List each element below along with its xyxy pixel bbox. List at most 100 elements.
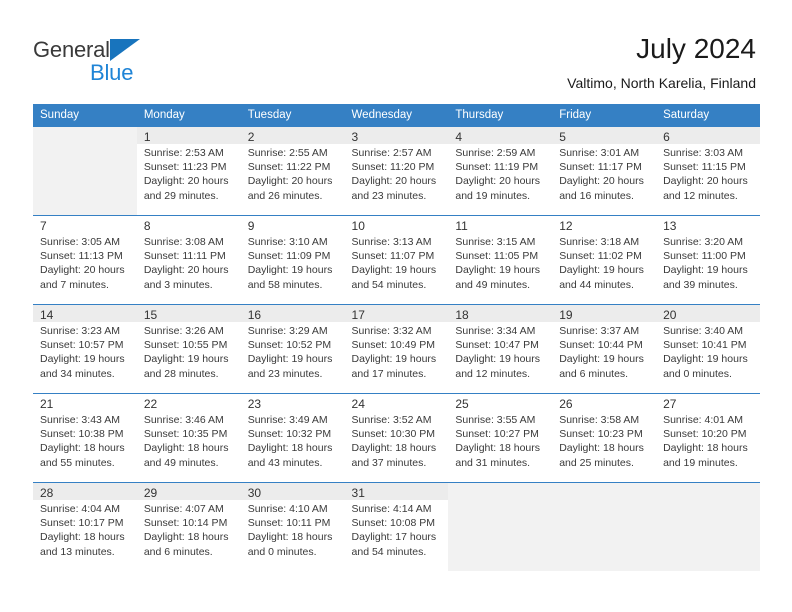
calendar-page: General Blue July 2024 Valtimo, North Ka… <box>0 0 792 612</box>
day-detail-line: and 39 minutes. <box>663 278 738 291</box>
calendar-cell-inner: 25 Sunrise: 3:55 AM Sunset: 10:27 PM Daylig… <box>448 393 553 483</box>
day-detail-line: Daylight: 18 hours <box>559 442 644 455</box>
day-details: Sunrise: 3:13 AM Sunset: 11:07 PM Daylight… <box>344 233 449 305</box>
calendar-week-row: 1 Sunrise: 2:53 AM Sunset: 11:23 PM Dayligh… <box>33 126 760 216</box>
calendar-cell-day-12[interactable]: 12 Sunrise: 3:18 AM Sunset: 11:02 PM Daylig… <box>552 215 657 305</box>
day-detail-line: Daylight: 20 hours <box>247 175 333 188</box>
calendar-week-row: 14 Sunrise: 3:23 AM Sunset: 10:57 PM Daylig… <box>33 304 760 394</box>
day-number <box>33 127 137 144</box>
day-details: Sunrise: 3:58 AM Sunset: 10:23 PM Daylight… <box>552 411 657 483</box>
day-number: 7 <box>40 219 47 233</box>
day-detail-line: Daylight: 20 hours <box>663 175 748 188</box>
calendar-cell-day-6[interactable]: 6 Sunrise: 3:03 AM Sunset: 11:15 PM Dayligh… <box>656 126 760 216</box>
calendar-cell-day-7[interactable]: 7 Sunrise: 3:05 AM Sunset: 11:13 PM Dayligh… <box>33 215 137 305</box>
day-number: 11 <box>455 219 468 233</box>
day-number: 1 <box>136 127 241 144</box>
day-detail-line: Sunset: 11:11 PM <box>143 250 226 263</box>
day-details: Sunrise: 3:46 AM Sunset: 10:35 PM Daylight… <box>136 411 241 483</box>
calendar-cell-day-31[interactable]: 31 Sunrise: 4:14 AM Sunset: 10:08 PM Daylig… <box>344 482 449 572</box>
day-detail-line: Sunset: 11:07 PM <box>351 250 435 263</box>
calendar-cell-day-20[interactable]: 20 Sunrise: 3:40 AM Sunset: 10:41 PM Daylig… <box>656 304 760 394</box>
day-details: Sunrise: 3:15 AM Sunset: 11:05 PM Daylight… <box>448 233 553 305</box>
calendar-cell-day-11[interactable]: 11 Sunrise: 3:15 AM Sunset: 11:05 PM Daylig… <box>448 215 553 305</box>
calendar-cell-inner: 11 Sunrise: 3:15 AM Sunset: 11:05 PM Daylig… <box>448 215 553 305</box>
day-detail-line: Sunset: 10:11 PM <box>247 517 331 530</box>
day-detail-line: Daylight: 18 hours <box>663 442 748 455</box>
day-detail-line: Sunrise: 2:55 AM <box>247 147 328 159</box>
calendar-cell-day-10[interactable]: 10 Sunrise: 3:13 AM Sunset: 11:07 PM Daylig… <box>344 215 449 305</box>
day-number: 12 <box>559 219 573 233</box>
calendar-cell-inner: 5 Sunrise: 3:01 AM Sunset: 11:17 PM Dayligh… <box>552 126 657 216</box>
day-detail-line: Sunset: 11:05 PM <box>455 250 539 263</box>
day-detail-line: Sunset: 10:30 PM <box>351 428 435 441</box>
calendar-cell-day-18[interactable]: 18 Sunrise: 3:34 AM Sunset: 10:47 PM Daylig… <box>448 304 553 394</box>
day-detail-line: Sunset: 11:19 PM <box>455 161 539 174</box>
calendar-cell-day-17[interactable]: 17 Sunrise: 3:32 AM Sunset: 10:49 PM Daylig… <box>344 304 449 394</box>
day-details <box>448 500 552 572</box>
day-detail-line: and 25 minutes. <box>559 456 634 469</box>
calendar-cell-day-29[interactable]: 29 Sunrise: 4:07 AM Sunset: 10:14 PM Daylig… <box>136 482 241 572</box>
day-detail-line: Sunrise: 3:15 AM <box>455 236 536 248</box>
calendar-cell-day-15[interactable]: 15 Sunrise: 3:26 AM Sunset: 10:55 PM Daylig… <box>136 304 241 394</box>
calendar-cell-day-3[interactable]: 3 Sunrise: 2:57 AM Sunset: 11:20 PM Dayligh… <box>344 126 449 216</box>
calendar-cell-inner: 6 Sunrise: 3:03 AM Sunset: 11:15 PM Dayligh… <box>656 126 760 216</box>
calendar-cell-day-13[interactable]: 13 Sunrise: 3:20 AM Sunset: 11:00 PM Daylig… <box>656 215 760 305</box>
day-detail-line: Sunrise: 3:43 AM <box>40 414 120 426</box>
calendar-cell-day-14[interactable]: 14 Sunrise: 3:23 AM Sunset: 10:57 PM Daylig… <box>33 304 137 394</box>
calendar-cell-day-28[interactable]: 28 Sunrise: 4:04 AM Sunset: 10:17 PM Daylig… <box>33 482 137 572</box>
day-number: 24 <box>351 397 365 411</box>
day-detail-line: Sunset: 10:08 PM <box>351 517 435 530</box>
day-detail-line: Sunset: 10:55 PM <box>143 339 228 352</box>
calendar-cell-day-19[interactable]: 19 Sunrise: 3:37 AM Sunset: 10:44 PM Daylig… <box>552 304 657 394</box>
day-detail-line: and 7 minutes. <box>40 278 109 291</box>
day-detail-line: Sunset: 11:23 PM <box>143 161 227 174</box>
day-number: 31 <box>344 483 449 500</box>
calendar-cell-day-9[interactable]: 9 Sunrise: 3:10 AM Sunset: 11:09 PM Dayligh… <box>240 215 345 305</box>
calendar-cell-inner: 16 Sunrise: 3:29 AM Sunset: 10:52 PM Daylig… <box>240 304 345 394</box>
day-detail-line: Sunset: 11:00 PM <box>663 250 746 263</box>
calendar-cell-day-1[interactable]: 1 Sunrise: 2:53 AM Sunset: 11:23 PM Dayligh… <box>136 126 241 216</box>
calendar-cell-day-21[interactable]: 21 Sunrise: 3:43 AM Sunset: 10:38 PM Daylig… <box>33 393 137 483</box>
calendar-cell-day-5[interactable]: 5 Sunrise: 3:01 AM Sunset: 11:17 PM Dayligh… <box>552 126 657 216</box>
calendar-cell-day-26[interactable]: 26 Sunrise: 3:58 AM Sunset: 10:23 PM Daylig… <box>552 393 657 483</box>
day-detail-line: Sunset: 11:17 PM <box>559 161 642 174</box>
calendar-cell-inner: 17 Sunrise: 3:32 AM Sunset: 10:49 PM Daylig… <box>344 304 449 394</box>
day-number: 8 <box>143 219 151 233</box>
day-details: Sunrise: 3:10 AM Sunset: 11:09 PM Daylight… <box>240 233 345 305</box>
day-detail-line: Sunrise: 3:49 AM <box>247 414 328 426</box>
day-detail-line: Sunrise: 3:55 AM <box>455 414 536 426</box>
day-detail-line: Sunset: 10:41 PM <box>663 339 747 352</box>
day-details: Sunrise: 2:53 AM Sunset: 11:23 PM Daylight… <box>136 144 241 216</box>
day-number: 16 <box>240 305 345 322</box>
calendar-cell-empty <box>448 482 553 572</box>
day-detail-line: Sunrise: 3:32 AM <box>351 325 432 337</box>
calendar-cell-day-25[interactable]: 25 Sunrise: 3:55 AM Sunset: 10:27 PM Daylig… <box>448 393 553 483</box>
calendar-cell-day-16[interactable]: 16 Sunrise: 3:29 AM Sunset: 10:52 PM Daylig… <box>240 304 345 394</box>
weekday-header-friday: Friday <box>552 104 657 126</box>
day-detail-line: and 3 minutes. <box>143 278 213 291</box>
day-detail-line: Sunset: 11:09 PM <box>247 250 331 263</box>
calendar-cell-day-4[interactable]: 4 Sunrise: 2:59 AM Sunset: 11:19 PM Dayligh… <box>448 126 553 216</box>
calendar-cell-empty <box>656 482 760 571</box>
brand-logo[interactable]: General Blue <box>33 37 233 85</box>
calendar-cell-day-24[interactable]: 24 Sunrise: 3:52 AM Sunset: 10:30 PM Daylig… <box>344 393 449 483</box>
calendar-cell-day-23[interactable]: 23 Sunrise: 3:49 AM Sunset: 10:32 PM Daylig… <box>240 393 345 483</box>
calendar-cell-day-2[interactable]: 2 Sunrise: 2:55 AM Sunset: 11:22 PM Dayligh… <box>240 126 345 216</box>
day-detail-line: Sunrise: 4:10 AM <box>247 503 328 515</box>
calendar-cell-day-27[interactable]: 27 Sunrise: 4:01 AM Sunset: 10:20 PM Daylig… <box>656 393 760 483</box>
day-number <box>448 483 552 500</box>
calendar-cell-day-30[interactable]: 30 Sunrise: 4:10 AM Sunset: 10:11 PM Daylig… <box>240 482 345 572</box>
brand-name-blue: Blue <box>90 60 134 85</box>
day-number: 18 <box>448 305 553 322</box>
calendar-cell-day-8[interactable]: 8 Sunrise: 3:08 AM Sunset: 11:11 PM Dayligh… <box>136 215 241 305</box>
day-detail-line: Daylight: 18 hours <box>247 442 333 455</box>
day-details: Sunrise: 3:34 AM Sunset: 10:47 PM Daylight… <box>448 322 553 394</box>
day-number <box>656 483 760 500</box>
day-detail-line: and 19 minutes. <box>663 456 738 469</box>
calendar-cell-inner: 15 Sunrise: 3:26 AM Sunset: 10:55 PM Daylig… <box>136 304 241 394</box>
day-details: Sunrise: 3:26 AM Sunset: 10:55 PM Daylight… <box>136 322 241 394</box>
calendar-cell-day-22[interactable]: 22 Sunrise: 3:46 AM Sunset: 10:35 PM Daylig… <box>136 393 241 483</box>
day-detail-line: Daylight: 18 hours <box>351 442 437 455</box>
day-detail-line: Sunset: 10:47 PM <box>455 339 539 352</box>
calendar-cell-inner <box>33 126 137 215</box>
